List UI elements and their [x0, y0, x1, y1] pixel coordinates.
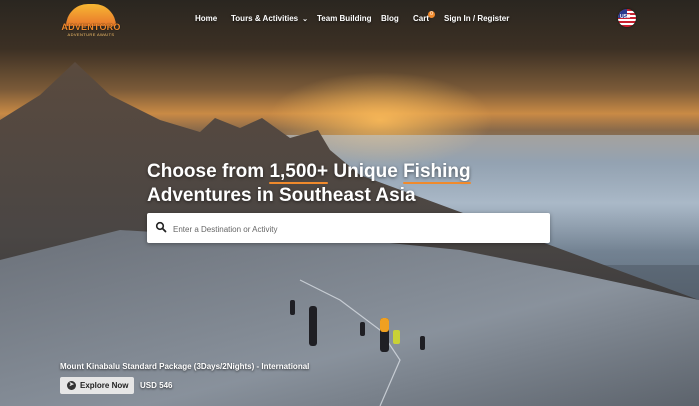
cart-count-badge: 0	[428, 11, 435, 18]
chevron-down-icon: ⌄	[302, 16, 308, 23]
explore-now-label: Explore Now	[80, 381, 129, 390]
us-flag-currency-icon[interactable]: USD	[618, 9, 636, 27]
nav-blog[interactable]: Blog	[381, 14, 399, 23]
logo-tagline: ADVENTURE AWAITS	[67, 32, 115, 37]
logo-wordmark: ADVENTORO	[61, 22, 121, 32]
nav-sign-in-register[interactable]: Sign In / Register	[444, 14, 509, 23]
package-price: USD 546	[140, 381, 173, 390]
compass-icon: ➤	[67, 381, 76, 390]
nav-cart[interactable]: Cart	[413, 14, 429, 23]
currency-label: USD	[620, 14, 631, 20]
logo[interactable]: ADVENTORO ADVENTURE AWAITS	[60, 4, 122, 37]
explore-now-button[interactable]: ➤ Explore Now	[60, 377, 134, 394]
headline-mid: Unique	[328, 161, 404, 182]
search-bar	[147, 213, 550, 245]
search-icon	[155, 221, 167, 233]
headline-line2: Adventures in Southeast Asia	[147, 185, 416, 206]
headline-prefix: Choose from	[147, 161, 270, 182]
top-navigation: ADVENTORO ADVENTURE AWAITS Home Tours & …	[0, 0, 699, 38]
nav-tours-activities[interactable]: Tours & Activities ⌄	[231, 14, 308, 23]
nav-team-building[interactable]: Team Building	[317, 14, 372, 23]
nav-tours-label: Tours & Activities	[231, 14, 299, 23]
headline-count: 1,500+	[269, 161, 329, 184]
search-input[interactable]	[171, 213, 545, 245]
headline-activity: Fishing	[403, 161, 471, 184]
featured-package-title[interactable]: Mount Kinabalu Standard Package (3Days/2…	[60, 362, 309, 371]
hero-headline: Choose from 1,500+ Unique Fishing Advent…	[147, 160, 567, 208]
nav-home[interactable]: Home	[195, 14, 217, 23]
